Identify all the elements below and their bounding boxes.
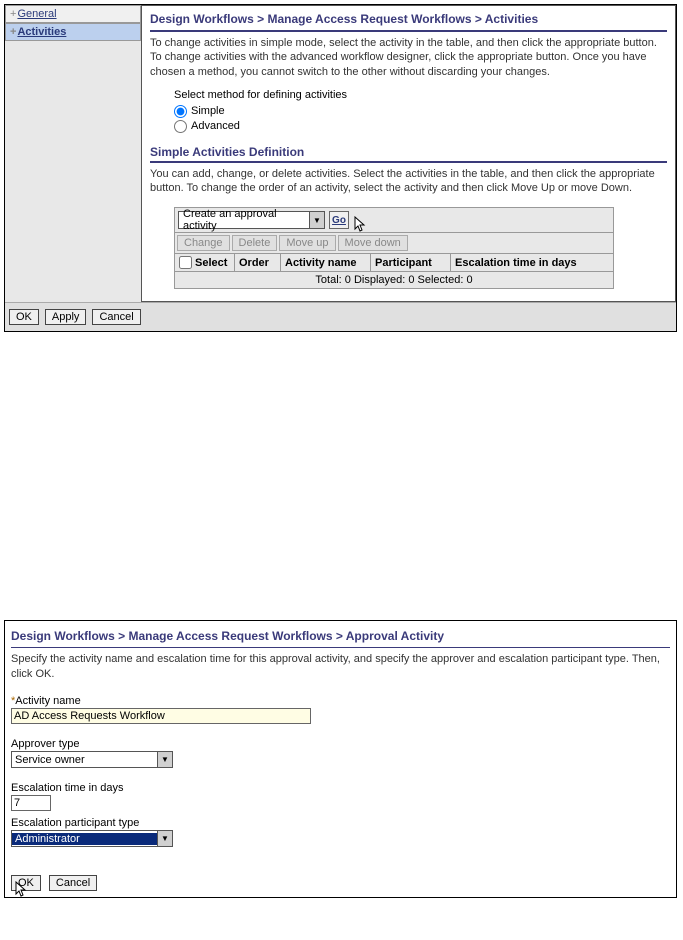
sidebar: +General +Activities [5,5,141,302]
activities-panel: +General +Activities Design Workflows > … [4,4,677,332]
sidebar-item-label: Activities [17,26,66,38]
cancel-button[interactable]: Cancel [92,309,140,325]
activity-name-input[interactable] [11,708,311,724]
ept-select[interactable]: Administrator ▼ [11,830,173,847]
escalation-time-input[interactable] [11,795,51,811]
col-activity: Activity name [281,254,371,271]
cursor-icon [15,881,29,899]
breadcrumb: Design Workflows > Manage Access Request… [11,627,670,648]
apply-button[interactable]: Apply [45,309,87,325]
intro-text: Specify the activity name and escalation… [11,652,670,681]
chevron-down-icon[interactable]: ▼ [157,752,172,767]
col-escalation: Escalation time in days [451,254,613,271]
breadcrumb: Design Workflows > Manage Access Request… [150,10,667,32]
intro-text: To change activities in simple mode, sel… [150,36,667,79]
approval-activity-panel: Design Workflows > Manage Access Request… [4,620,677,898]
cancel-button[interactable]: Cancel [49,875,97,891]
sidebar-item-general[interactable]: +General [5,5,141,23]
table-header: Select Order Activity name Participant E… [174,254,614,272]
select-value: Service owner [12,754,157,766]
radio-advanced-input[interactable] [174,120,187,133]
field-label: Activity name [15,695,80,707]
radio-advanced[interactable]: Advanced [174,120,667,133]
col-select: Select [195,257,227,269]
bottom-buttons: OK Cancel [11,875,670,891]
activity-name-field: *Activity name [11,695,670,724]
approver-type-field: Approver type Service owner ▼ [11,738,670,768]
change-button[interactable]: Change [177,235,230,251]
chevron-down-icon[interactable]: ▼ [309,212,324,228]
select-value: Administrator [12,833,157,845]
activities-table: Create an approval activity ▼ Go Change … [174,207,614,289]
ept-field: Escalation participant type Administrato… [11,817,670,847]
plus-icon: + [10,8,16,20]
sidebar-item-label: General [17,8,56,20]
cursor-icon [354,216,368,234]
method-label: Select method for defining activities [174,89,667,101]
sidebar-item-activities[interactable]: +Activities [5,23,141,41]
field-label: Escalation time in days [11,782,670,794]
plus-icon: + [10,26,16,38]
go-button[interactable]: Go [329,211,349,229]
col-participant: Participant [371,254,451,271]
activity-type-combo[interactable]: Create an approval activity ▼ [178,211,325,229]
field-label: Approver type [11,738,670,750]
sub-intro-text: You can add, change, or delete activitie… [150,167,667,196]
select-all-checkbox[interactable] [179,256,192,269]
radio-simple-input[interactable] [174,105,187,118]
table-toolbar: Create an approval activity ▼ Go [174,207,614,233]
table-footer: Total: 0 Displayed: 0 Selected: 0 [174,272,614,289]
radio-label: Advanced [191,120,240,132]
delete-button[interactable]: Delete [232,235,278,251]
moveup-button[interactable]: Move up [279,235,335,251]
col-order: Order [235,254,281,271]
movedown-button[interactable]: Move down [338,235,408,251]
bottom-bar: OK Apply Cancel [5,302,676,331]
approver-type-select[interactable]: Service owner ▼ [11,751,173,768]
subheading: Simple Activities Definition [150,145,667,163]
escalation-time-field: Escalation time in days [11,782,670,811]
chevron-down-icon[interactable]: ▼ [157,831,172,846]
table-buttons-row: Change Delete Move up Move down [174,233,614,254]
radio-label: Simple [191,105,225,117]
combo-text: Create an approval activity [179,208,309,232]
radio-simple[interactable]: Simple [174,105,667,118]
field-label: Escalation participant type [11,817,670,829]
main-content: Design Workflows > Manage Access Request… [141,5,676,302]
ok-button[interactable]: OK [9,309,39,325]
